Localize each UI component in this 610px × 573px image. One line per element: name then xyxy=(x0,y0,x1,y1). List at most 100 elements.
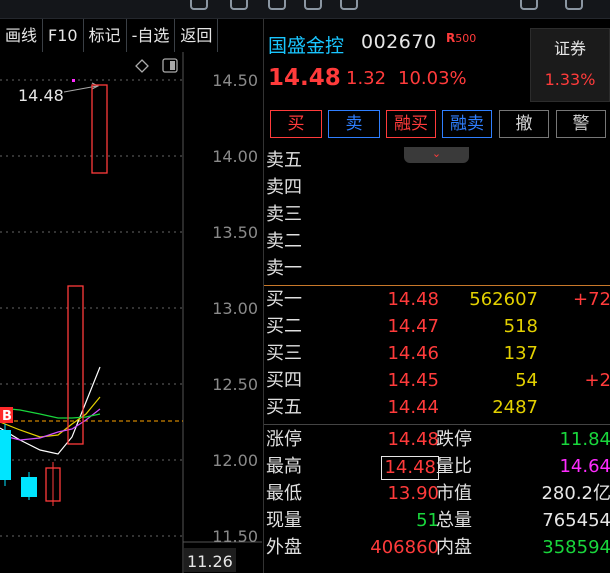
bid-volume: 518 xyxy=(503,316,538,337)
limit-down-value: 11.84 xyxy=(559,429,610,450)
toolbar-icon[interactable] xyxy=(268,0,286,10)
f10-button[interactable]: F10 xyxy=(43,19,84,52)
inner-volume-label: 内盘 xyxy=(436,537,472,558)
candle-down xyxy=(0,430,11,480)
bid-row[interactable]: 买五 14.44 2487 xyxy=(264,395,610,421)
margin-badge-num: 500 xyxy=(455,32,477,45)
bid-row[interactable]: 买二 14.47 518 xyxy=(264,314,610,340)
price-change: 1.32 xyxy=(346,68,387,89)
stats-row: 现量 51 总量 765454 xyxy=(264,508,610,534)
price-tick: 14.00 xyxy=(212,147,258,166)
candle-up xyxy=(91,84,108,174)
limit-up-value: 14.48 xyxy=(387,429,439,450)
margin-badge-letter: R xyxy=(446,31,456,45)
bid-delta: +72 xyxy=(573,289,610,310)
marker-dot xyxy=(72,79,75,82)
cancel-order-button[interactable]: 撤 xyxy=(499,110,549,138)
ask-row[interactable]: 卖一 xyxy=(264,256,610,282)
toolbar-icon[interactable] xyxy=(565,0,583,10)
low-value: 13.90 xyxy=(387,483,439,504)
ma-line-white xyxy=(0,366,101,455)
mark-button[interactable]: 标记 xyxy=(84,19,127,52)
bid-price: 14.46 xyxy=(387,343,439,364)
alert-button[interactable]: 警 xyxy=(556,110,606,138)
market-cap-label: 市值 xyxy=(436,483,472,504)
margin-sell-button[interactable]: 融卖 xyxy=(442,110,492,138)
diamond-icon[interactable] xyxy=(135,59,149,73)
ask-label: 卖三 xyxy=(266,204,302,225)
ask-label: 卖一 xyxy=(266,258,302,279)
chart-toolbar: 画线 F10 标记 -自选 返回 xyxy=(0,19,262,52)
total-volume-label: 总量 xyxy=(436,510,472,531)
toolbar-icon[interactable] xyxy=(304,0,322,10)
stats-row: 外盘 406860 内盘 358594 xyxy=(264,535,610,561)
buy-signal-label: B xyxy=(2,409,12,424)
bid-price: 14.47 xyxy=(387,316,439,337)
bid-price: 14.48 xyxy=(387,289,439,310)
sector-name: 证券 xyxy=(553,39,586,58)
inner-volume-value: 358594 xyxy=(542,537,610,558)
toolbar-icon[interactable] xyxy=(340,0,358,10)
top-window-toolbar xyxy=(0,0,610,19)
stats-row: 涨停 14.48 跌停 11.84 xyxy=(264,427,610,453)
orderbook-divider xyxy=(264,285,610,286)
axis-cursor-value: 11.26 xyxy=(187,552,233,571)
back-button[interactable]: 返回 xyxy=(175,19,219,52)
volume-ratio-label: 量比 xyxy=(436,456,472,477)
bid-volume: 137 xyxy=(503,343,538,364)
bid-row[interactable]: 买一 14.48 562607 +72 xyxy=(264,287,610,313)
last-volume-label: 现量 xyxy=(266,510,302,531)
stats-divider xyxy=(264,424,610,425)
ask-label: 卖五 xyxy=(266,150,302,171)
price-tick: 12.00 xyxy=(212,451,258,470)
bid-label: 买五 xyxy=(266,397,302,418)
bid-row[interactable]: 买四 14.45 54 +2 xyxy=(264,368,610,394)
market-cap-value: 280.2亿 xyxy=(541,483,610,504)
ask-label: 卖二 xyxy=(266,231,302,252)
ask-row[interactable]: 卖二 xyxy=(264,229,610,255)
outer-volume-label: 外盘 xyxy=(266,537,302,558)
high-value[interactable]: 14.48 xyxy=(381,456,439,480)
bid-price: 14.45 xyxy=(387,370,439,391)
bid-volume: 2487 xyxy=(492,397,538,418)
candle-down xyxy=(21,477,37,497)
sector-box[interactable]: 证券 1.33% xyxy=(530,28,610,102)
toolbar-icon[interactable] xyxy=(190,0,208,10)
buy-button[interactable]: 买 xyxy=(270,110,322,138)
low-label: 最低 xyxy=(266,483,302,504)
remove-watchlist-button[interactable]: -自选 xyxy=(127,19,176,52)
stock-name[interactable]: 国盛金控 xyxy=(268,31,344,58)
margin-badge: R500 xyxy=(446,31,476,45)
limit-up-label: 涨停 xyxy=(266,429,302,450)
toolbar-icon[interactable] xyxy=(230,0,248,10)
price-change-pct: 10.03% xyxy=(398,68,467,89)
stats-row: 最低 13.90 市值 280.2亿 xyxy=(264,481,610,507)
price-tick: 14.50 xyxy=(212,71,258,90)
bid-label: 买二 xyxy=(266,316,302,337)
draw-line-button[interactable]: 画线 xyxy=(0,19,44,52)
total-volume-value: 765454 xyxy=(542,510,610,531)
panel-toggle-fill xyxy=(170,61,175,70)
ask-row[interactable]: 卖三 xyxy=(264,202,610,228)
margin-buy-button[interactable]: 融买 xyxy=(386,110,436,138)
current-price: 14.48 xyxy=(268,65,341,91)
bid-price: 14.44 xyxy=(387,397,439,418)
price-tick: 11.50 xyxy=(212,527,258,546)
bid-label: 买四 xyxy=(266,370,302,391)
price-tick: 13.00 xyxy=(212,299,258,318)
ask-row[interactable]: 卖四 xyxy=(264,175,610,201)
ma-line-green xyxy=(0,407,101,419)
bid-row[interactable]: 买三 14.46 137 xyxy=(264,341,610,367)
price-tick: 12.50 xyxy=(212,375,258,394)
ask-row[interactable]: 卖五 xyxy=(264,148,610,174)
bid-volume: 54 xyxy=(515,370,538,391)
outer-volume-value: 406860 xyxy=(370,537,439,558)
sell-button[interactable]: 卖 xyxy=(328,110,380,138)
sector-change-pct: 1.33% xyxy=(544,70,596,89)
toolbar-icon[interactable] xyxy=(520,0,538,10)
kline-chart[interactable]: 14.50 14.00 13.50 13.00 12.50 12.00 11.5… xyxy=(0,52,262,573)
quote-panel: 国盛金控 002670 R500 证券 1.33% 14.48 1.32 10.… xyxy=(263,19,610,573)
high-price-label: 14.48 xyxy=(18,86,64,105)
high-label: 最高 xyxy=(266,456,302,477)
bid-delta: +2 xyxy=(584,370,610,391)
